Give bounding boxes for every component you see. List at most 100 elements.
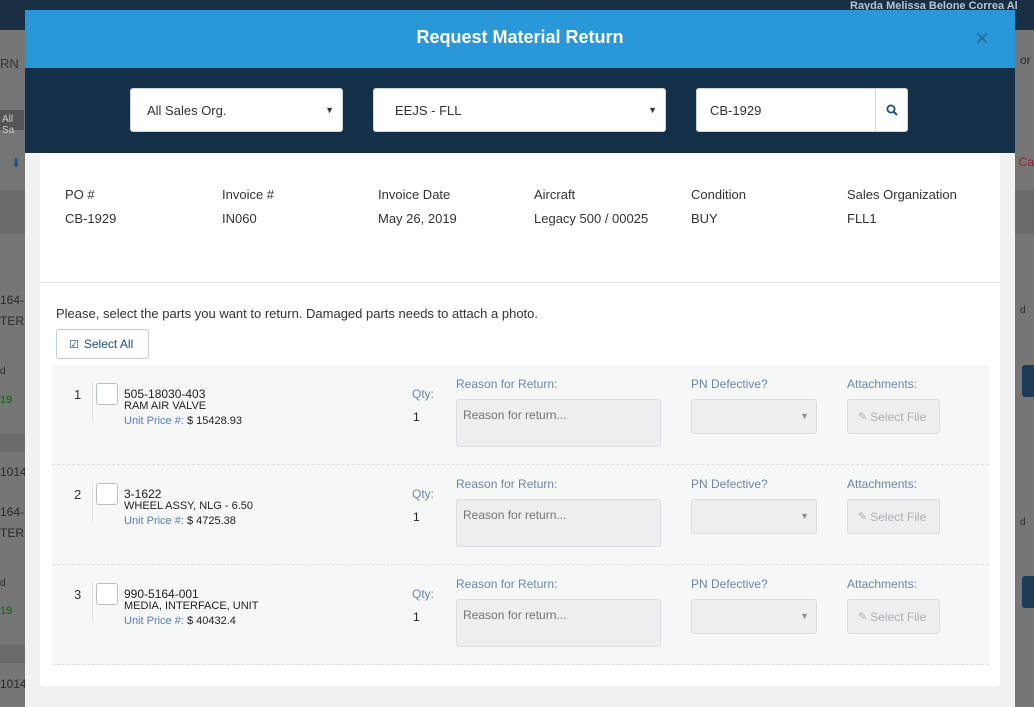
reason-label: Reason for Return:: [456, 377, 558, 391]
paperclip-icon: ✎: [858, 611, 868, 623]
info-condition: Condition BUY: [691, 187, 746, 226]
select-file-button[interactable]: ✎ Select File: [847, 399, 940, 434]
search-icon: [886, 104, 898, 116]
info-value: Legacy 500 / 00025: [534, 211, 649, 226]
reason-textarea[interactable]: [456, 599, 661, 647]
search-button[interactable]: [875, 89, 907, 131]
info-invoice-date: Invoice Date May 26, 2019: [378, 187, 457, 226]
qty-value: 1: [413, 510, 420, 524]
background-fragment: Ca: [1018, 155, 1034, 169]
info-invoice: Invoice # IN060: [222, 187, 274, 226]
location-select-value: EEJS - FLL: [395, 103, 462, 118]
qty-label: Qty:: [412, 387, 435, 401]
caret-down-icon: ▼: [800, 411, 809, 421]
attachments-label: Attachments:: [847, 477, 918, 491]
modal-title: Request Material Return: [416, 27, 624, 47]
caret-down-icon: ▼: [800, 611, 809, 621]
background-fragment: d: [0, 578, 6, 589]
background-fragment: All Sa: [0, 110, 24, 136]
reason-label: Reason for Return:: [456, 577, 558, 591]
paperclip-icon: ✎: [858, 511, 868, 523]
unit-price-label: Unit Price #:: [124, 415, 184, 427]
part-checkbox[interactable]: [96, 483, 118, 505]
background-button: [1022, 576, 1034, 608]
info-label: Sales Organization: [847, 187, 957, 202]
background-fragment: 1014: [0, 465, 27, 479]
defective-select[interactable]: ▼: [691, 599, 817, 634]
qty-label: Qty:: [412, 487, 435, 501]
part-description: RAM AIR VALVE: [124, 400, 207, 412]
close-icon[interactable]: ×: [975, 26, 989, 52]
defective-label: PN Defective?: [691, 577, 768, 591]
info-label: PO #: [65, 187, 95, 202]
select-file-button[interactable]: ✎ Select File: [847, 599, 940, 634]
defective-label: PN Defective?: [691, 477, 768, 491]
list-item: 3 990-5164-001 MEDIA, INTERFACE, UNIT Un…: [52, 565, 989, 665]
select-all-button[interactable]: ☑ Select All: [56, 329, 149, 359]
info-value: CB-1929: [65, 211, 117, 226]
info-label: Aircraft: [534, 187, 576, 202]
select-file-button[interactable]: ✎ Select File: [847, 499, 940, 534]
background-fragment: 1014: [0, 677, 27, 691]
defective-label: PN Defective?: [691, 377, 768, 391]
part-number: 505-18030-403: [124, 387, 206, 401]
qty-value: 1: [413, 610, 420, 624]
part-number: 3-1622: [124, 487, 162, 501]
defective-select[interactable]: ▼: [691, 499, 817, 534]
unit-price-label: Unit Price #:: [124, 515, 184, 527]
info-po: PO # CB-1929: [65, 187, 116, 226]
part-description: WHEEL ASSY, NLG - 6.50: [124, 500, 254, 512]
info-label: Invoice #: [222, 187, 275, 202]
divider: [40, 282, 1000, 283]
unit-price: Unit Price #: $ 40432.4: [124, 615, 236, 627]
background-fragment: 164-: [0, 505, 25, 519]
caret-down-icon: ▼: [325, 105, 334, 115]
row-separator: [92, 483, 93, 523]
info-value: FLL1: [847, 211, 877, 226]
info-value: May 26, 2019: [378, 211, 457, 226]
location-select[interactable]: EEJS - FLL ▼: [373, 88, 666, 132]
unit-price-value: $ 40432.4: [186, 615, 236, 627]
background-band: [1014, 190, 1034, 234]
row-separator: [92, 383, 93, 423]
qty-value: 1: [413, 410, 420, 424]
list-item: 1 505-18030-403 RAM AIR VALVE Unit Price…: [52, 365, 989, 465]
row-index: 1: [74, 387, 82, 402]
info-label: Condition: [691, 187, 746, 202]
po-search-input[interactable]: [697, 89, 875, 131]
background-fragment: 164-: [0, 293, 25, 307]
sales-org-select[interactable]: All Sales Org. ▼: [130, 88, 343, 132]
background-fragment: 19: [0, 394, 13, 406]
list-item: 2 3-1622 WHEEL ASSY, NLG - 6.50 Unit Pri…: [52, 465, 989, 565]
background-button: [1022, 365, 1034, 397]
attachments-label: Attachments:: [847, 577, 918, 591]
part-checkbox[interactable]: [96, 383, 118, 405]
select-file-label: Select File: [870, 509, 927, 524]
caret-down-icon: ▼: [648, 105, 657, 115]
background-fragment: d: [1020, 305, 1026, 316]
reason-textarea[interactable]: [456, 399, 661, 447]
reason-textarea[interactable]: [456, 499, 661, 547]
unit-price: Unit Price #: $ 15428.93: [124, 415, 242, 427]
modal-header: Request Material Return ×: [25, 10, 1015, 68]
info-value: IN060: [222, 211, 257, 226]
part-checkbox[interactable]: [96, 583, 118, 605]
unit-price-value: $ 4725.38: [186, 515, 236, 527]
background-fragment: RN: [0, 56, 19, 71]
background-fragment: or: [1020, 53, 1031, 67]
request-material-return-modal: Request Material Return × All Sales Org.…: [25, 10, 1015, 707]
po-search-box: [696, 88, 908, 132]
attachments-label: Attachments:: [847, 377, 918, 391]
part-description: MEDIA, INTERFACE, UNIT: [124, 600, 259, 612]
select-file-label: Select File: [870, 609, 927, 624]
select-all-label: Select All: [83, 337, 134, 351]
qty-label: Qty:: [412, 587, 435, 601]
info-label: Invoice Date: [378, 187, 451, 202]
instructions-text: Please, select the parts you want to ret…: [56, 306, 539, 321]
info-sales-organization: Sales Organization FLL1: [847, 187, 957, 226]
unit-price-label: Unit Price #:: [124, 615, 184, 627]
defective-select[interactable]: ▼: [691, 399, 817, 434]
part-number: 990-5164-001: [124, 587, 199, 601]
background-fragment: d: [1020, 517, 1026, 528]
background-fragment: TER: [0, 314, 24, 328]
